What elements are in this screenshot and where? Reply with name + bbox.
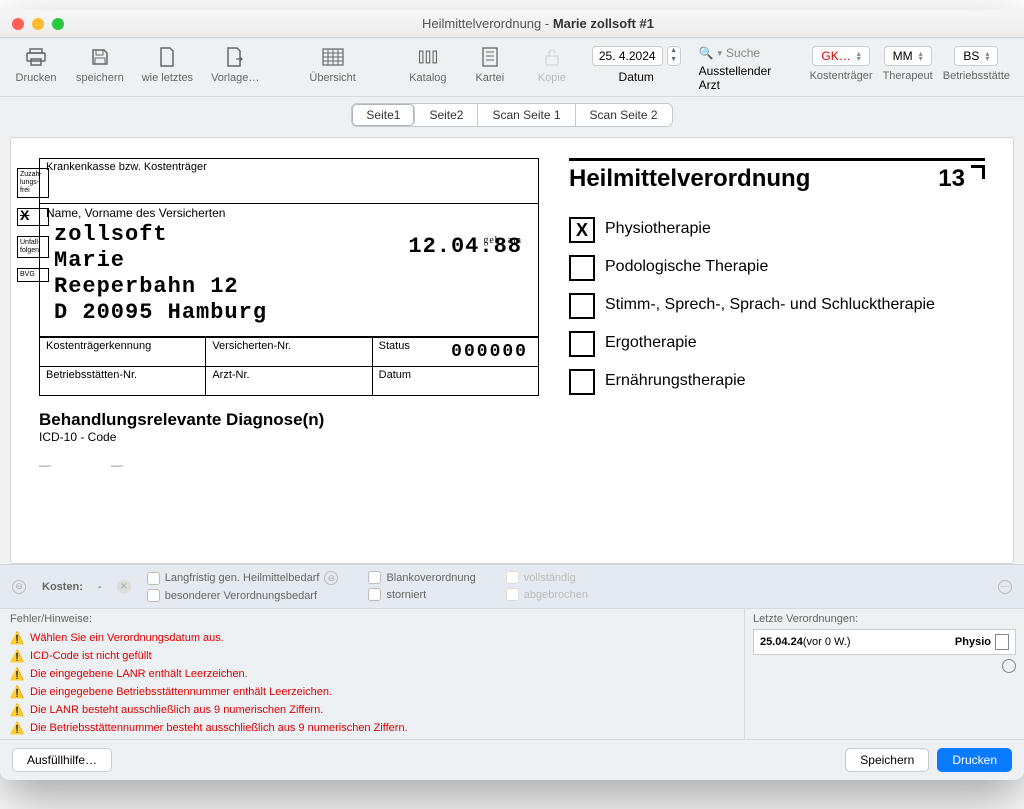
corner-mark-icon bbox=[971, 165, 985, 179]
error-item: ⚠️ICD-Code ist nicht gefüllt bbox=[10, 647, 734, 665]
document-icon bbox=[995, 634, 1009, 650]
list-icon bbox=[479, 46, 501, 68]
document-arrow-icon bbox=[224, 46, 246, 68]
payer-header: Krankenkasse bzw. Kostenträger bbox=[40, 159, 538, 175]
printer-icon bbox=[25, 46, 47, 68]
diagnosis-title: Behandlungsrelevante Diagnose(n) bbox=[39, 410, 539, 430]
therapy-row-1[interactable]: Podologische Therapie bbox=[569, 255, 985, 281]
tab-scan-seite-1[interactable]: Scan Seite 1 bbox=[478, 104, 575, 126]
payer-select[interactable]: GK…▴▾ Kostenträger bbox=[810, 46, 873, 82]
search-icon: 🔍 bbox=[699, 46, 714, 60]
error-item: ⚠️Wählen Sie ein Verordnungsdatum aus. bbox=[10, 629, 734, 647]
checkbox[interactable] bbox=[569, 293, 595, 319]
collapse-icon[interactable]: ⊖ bbox=[12, 580, 26, 594]
info-icon[interactable]: ✕ bbox=[117, 580, 131, 594]
form-number: 13 bbox=[938, 165, 965, 192]
warning-icon: ⚠️ bbox=[10, 703, 24, 717]
minimize-icon[interactable] bbox=[32, 18, 44, 30]
catalog-icon bbox=[417, 46, 439, 68]
warning-icon: ⚠️ bbox=[10, 721, 24, 735]
footer: Ausfüllhilfe… Speichern Drucken bbox=[0, 739, 1024, 780]
check-longterm[interactable]: Langfristig gen. Heilmittelbedarf⊖ bbox=[147, 571, 339, 585]
check-blanko[interactable]: Blankoverordnung bbox=[368, 571, 475, 584]
side-tag-0[interactable]: Zuzah- lungs- frei bbox=[17, 168, 49, 198]
error-item: ⚠️Die LANR besteht ausschließlich aus 9 … bbox=[10, 701, 734, 719]
overview-button[interactable]: Übersicht bbox=[309, 46, 355, 84]
checkbox[interactable]: X bbox=[569, 217, 595, 243]
form-title: Heilmittelverordnung bbox=[569, 165, 810, 193]
site-select[interactable]: BS▴▾ Betriebsstätte bbox=[943, 46, 1010, 82]
warning-icon: ⚠️ bbox=[10, 631, 24, 645]
diagnosis-sub: ICD-10 - Code bbox=[39, 430, 539, 444]
error-item: ⚠️Die eingegebene LANR enthält Leerzeich… bbox=[10, 665, 734, 683]
card-button[interactable]: Kartei bbox=[468, 46, 512, 84]
therapist-select[interactable]: MM▴▾ Therapeut bbox=[883, 46, 933, 82]
check-storniert[interactable]: storniert bbox=[368, 588, 475, 601]
patient-header: Name, Vorname des Versicherten bbox=[46, 206, 532, 220]
warning-icon: ⚠️ bbox=[10, 685, 24, 699]
checkbox[interactable] bbox=[569, 331, 595, 357]
more-icon[interactable]: ⋯ bbox=[998, 580, 1012, 594]
error-item: ⚠️Die eingegebene Betriebsstättennummer … bbox=[10, 683, 734, 701]
therapy-row-2[interactable]: Stimm-, Sprech-, Sprach- und Schluckther… bbox=[569, 293, 985, 319]
date-stepper[interactable]: ▲▼ bbox=[667, 46, 681, 66]
error-item: ⚠️Die Betriebsstättennummer besteht auss… bbox=[10, 719, 734, 737]
window-title: Heilmittelverordnung - Marie zollsoft #1 bbox=[64, 16, 1012, 31]
status-bar: ⊖ Kosten: - ✕ Langfristig gen. Heilmitte… bbox=[0, 564, 1024, 608]
print-button[interactable]: Drucken bbox=[937, 748, 1012, 772]
tab-seite2[interactable]: Seite2 bbox=[415, 104, 478, 126]
side-tag-2[interactable]: Unfall- folgen bbox=[17, 236, 49, 258]
form-area: Zuzah- lungs- frei X Unfall- folgen BVG Kra… bbox=[10, 137, 1014, 564]
copy-button: Kopie bbox=[530, 46, 574, 84]
side-tag-1[interactable]: X bbox=[17, 208, 49, 226]
check-complete: vollständig bbox=[506, 571, 588, 584]
catalog-button[interactable]: Katalog bbox=[406, 46, 450, 84]
recent-item[interactable]: 25.04.24(vor 0 W.) Physio bbox=[753, 629, 1016, 655]
therapy-row-0[interactable]: XPhysiotherapie bbox=[569, 217, 985, 243]
print-button[interactable]: Drucken bbox=[14, 46, 58, 84]
help-button[interactable]: Ausfüllhilfe… bbox=[12, 748, 112, 772]
check-special[interactable]: besonderer Verordnungsbedarf bbox=[147, 589, 339, 602]
toolbar: Drucken speichern wie letztes Vorlage… Ü… bbox=[0, 38, 1024, 97]
like-last-button[interactable]: wie letztes bbox=[142, 46, 193, 84]
document-icon bbox=[156, 46, 178, 68]
page-tabs: Seite1Seite2Scan Seite 1Scan Seite 2 bbox=[0, 97, 1024, 137]
checkbox[interactable] bbox=[569, 255, 595, 281]
date-field[interactable]: 25. 4.2024 ▲▼ Datum bbox=[592, 46, 681, 84]
save-button[interactable]: Speichern bbox=[845, 748, 929, 772]
side-tag-3[interactable]: BVG bbox=[17, 268, 49, 282]
floppy-icon bbox=[89, 46, 111, 68]
status-value: 000000 bbox=[451, 342, 528, 362]
grid-icon bbox=[322, 46, 344, 68]
search-field[interactable]: 🔍 ▾ Suche bbox=[699, 46, 761, 60]
check-aborted: abgebrochen bbox=[506, 588, 588, 601]
dob-value: 12.04.88 bbox=[408, 234, 522, 260]
therapy-row-3[interactable]: Ergotherapie bbox=[569, 331, 985, 357]
patient-city: D 20095 Hamburg bbox=[54, 300, 524, 326]
titlebar: Heilmittelverordnung - Marie zollsoft #1 bbox=[0, 10, 1024, 38]
icd-placeholders[interactable]: —— bbox=[39, 458, 539, 472]
tab-seite1[interactable]: Seite1 bbox=[352, 104, 415, 126]
warning-icon: ⚠️ bbox=[10, 667, 24, 681]
recent-panel: Letzte Verordnungen: 25.04.24(vor 0 W.) … bbox=[744, 609, 1024, 739]
save-button[interactable]: speichern bbox=[76, 46, 124, 84]
errors-panel: Fehler/Hinweise: ⚠️Wählen Sie ein Verord… bbox=[0, 609, 744, 739]
therapy-row-4[interactable]: Ernährungstherapie bbox=[569, 369, 985, 395]
checkbox[interactable] bbox=[569, 369, 595, 395]
date-value[interactable]: 25. 4.2024 bbox=[592, 46, 663, 66]
zoom-icon[interactable] bbox=[52, 18, 64, 30]
tab-scan-seite-2[interactable]: Scan Seite 2 bbox=[576, 104, 672, 126]
warning-icon: ⚠️ bbox=[10, 649, 24, 663]
search-icon[interactable] bbox=[1002, 659, 1016, 673]
lock-icon bbox=[541, 46, 563, 68]
template-button[interactable]: Vorlage… bbox=[211, 46, 259, 84]
close-icon[interactable] bbox=[12, 18, 24, 30]
patient-street: Reeperbahn 12 bbox=[54, 274, 524, 300]
